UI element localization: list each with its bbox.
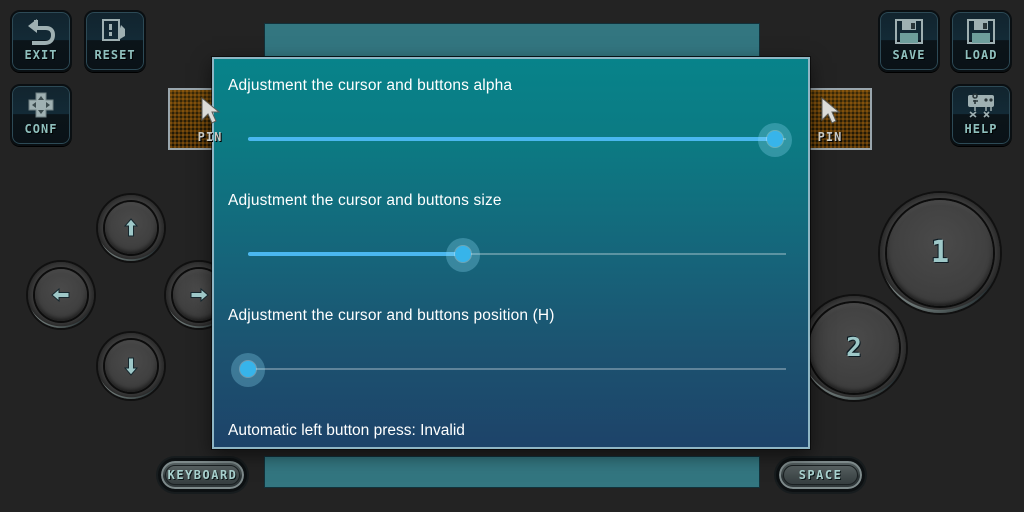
help-label: HELP [964,122,998,136]
app-bottom-strip [264,456,760,488]
arrow-up-icon [123,218,139,237]
action-button-1-label: 1 [930,235,950,270]
mouse-cursor-icon [201,96,221,124]
slider-alpha[interactable] [248,123,793,157]
slider-position-h-thumb[interactable] [240,361,256,377]
floppy-disk-icon [967,19,995,44]
conf-label: CONF [24,122,58,136]
pin-left-label: PIN [197,130,223,144]
save-label: SAVE [892,48,926,62]
space-label: SPACE [798,468,843,482]
arrow-right-icon [190,287,209,303]
auto-left-click-status[interactable]: Automatic left button press: Invalid [228,422,465,440]
space-button[interactable]: SPACE [776,458,865,492]
dpad-down-button[interactable] [98,333,164,399]
keyboard-label: KEYBOARD [167,468,238,482]
help-button[interactable]: HELP [950,84,1012,146]
floppy-disk-icon [895,19,923,44]
setting-position-h-label: Adjustment the cursor and buttons positi… [228,307,555,324]
keyboard-button-inner: KEYBOARD [165,465,240,485]
app-top-strip [264,23,760,57]
settings-dialog: Adjustment the cursor and buttons alpha … [212,57,810,449]
action-button-1[interactable]: 1 [880,193,1000,313]
slider-alpha-fill [248,137,776,141]
arrow-down-icon [123,357,139,376]
load-button[interactable]: LOAD [950,10,1012,72]
reset-button[interactable]: RESET [84,10,146,72]
save-button[interactable]: SAVE [878,10,940,72]
app-screen: EXIT RESET CONF SAVE LOAD HELP PIN PIN 1… [0,0,1024,512]
space-button-inner: SPACE [783,465,858,485]
dpad-up-button[interactable] [98,195,164,261]
mouse-cursor-icon [821,96,841,124]
pin-right-label: PIN [817,130,843,144]
gamepad-icon [968,93,994,118]
switch-lever-icon [102,19,125,41]
dpad-icon [28,92,54,118]
arrow-left-icon [51,287,70,303]
slider-size-fill [248,252,464,256]
keyboard-button[interactable]: KEYBOARD [158,458,247,492]
setting-size-label: Adjustment the cursor and buttons size [228,192,502,209]
conf-button[interactable]: CONF [10,84,72,146]
slider-position-h-track [248,368,786,370]
setting-alpha-label: Adjustment the cursor and buttons alpha [228,77,513,94]
exit-button[interactable]: EXIT [10,10,72,72]
reset-label: RESET [94,48,136,62]
slider-position-h[interactable] [231,353,786,387]
exit-label: EXIT [24,48,58,62]
back-arrow-icon [28,19,56,45]
action-button-2-label: 2 [846,333,862,363]
action-button-2[interactable]: 2 [802,296,906,400]
slider-size[interactable] [248,238,786,272]
dpad-left-button[interactable] [28,262,94,328]
load-label: LOAD [964,48,998,62]
